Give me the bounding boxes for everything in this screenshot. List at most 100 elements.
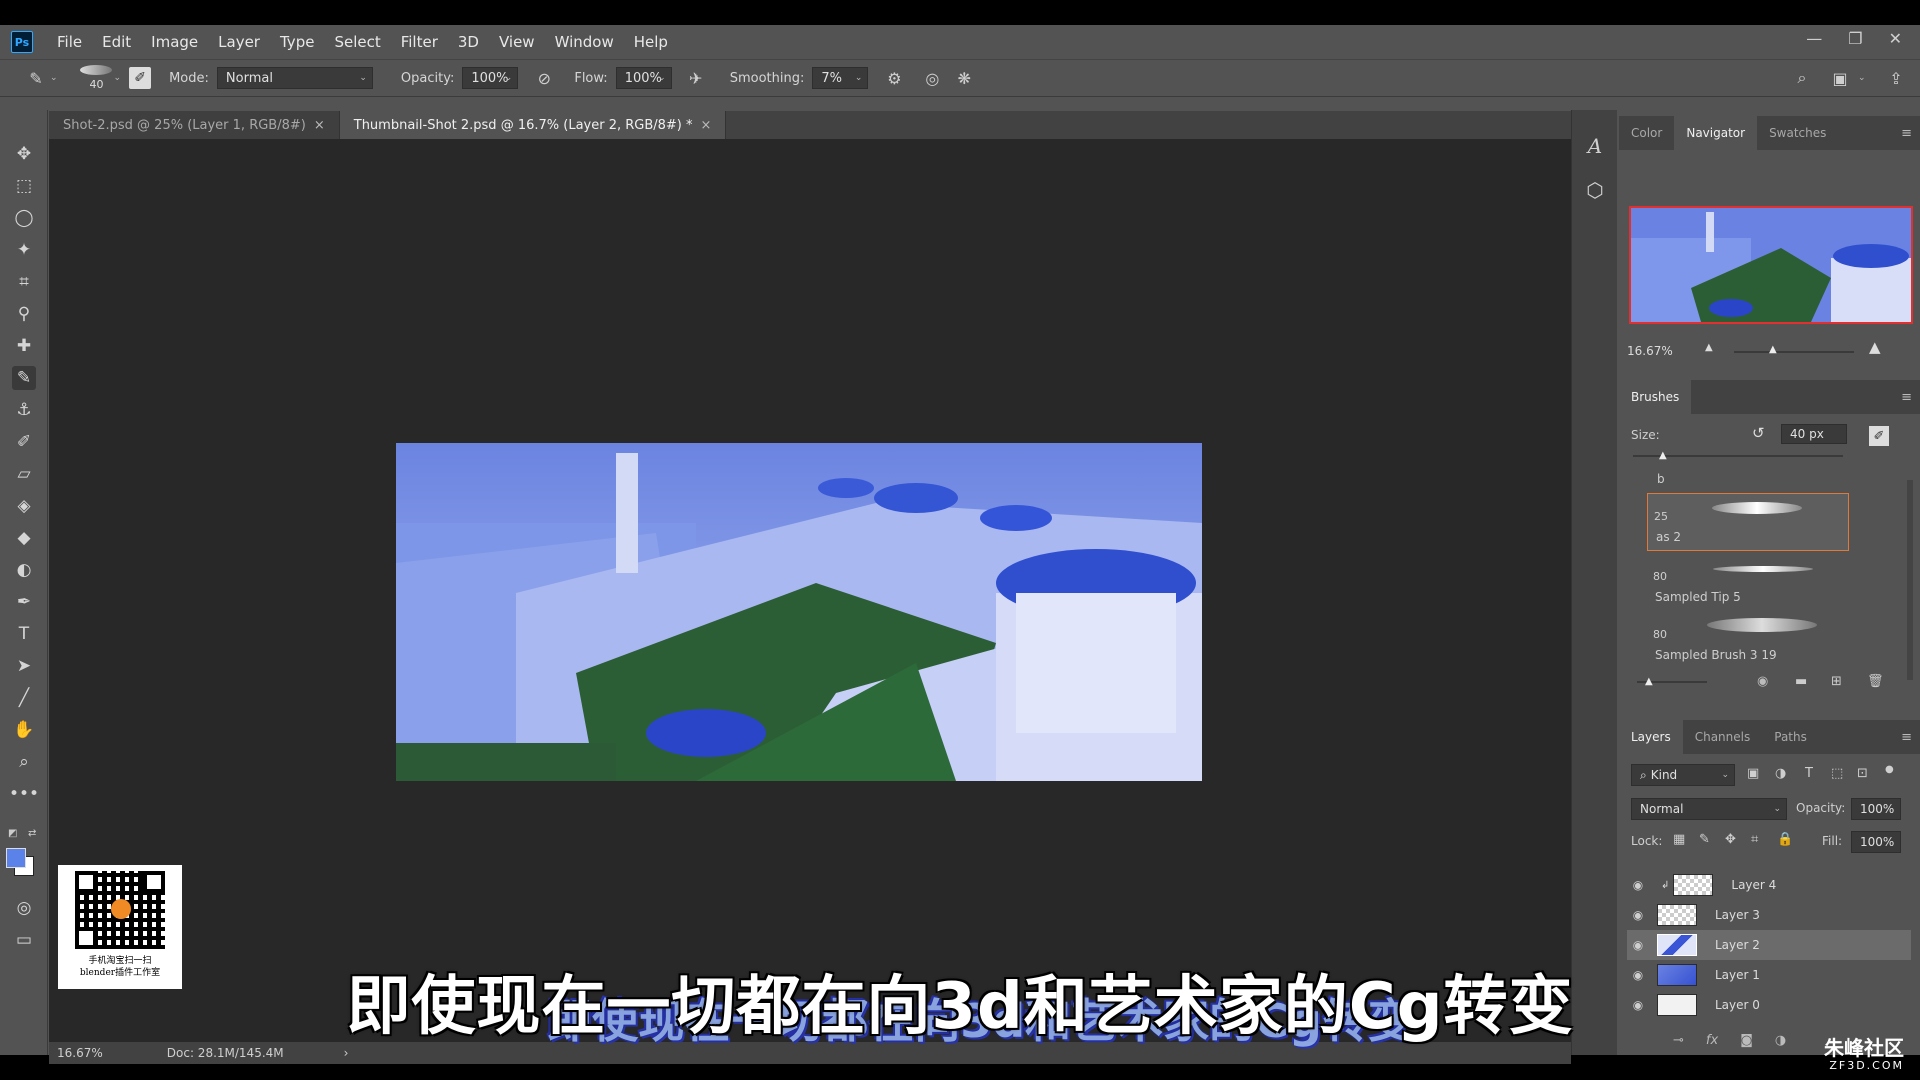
minimize-icon[interactable]: — [1806, 29, 1822, 48]
flow-input[interactable]: 100% ⌄ [615, 67, 672, 89]
lock-artboard-icon[interactable]: ⌗ [1751, 832, 1758, 847]
tab-paths[interactable]: Paths [1762, 720, 1819, 754]
brush-tool-icon[interactable]: ✎ [12, 366, 36, 390]
brush-size-input[interactable]: 40 px [1781, 424, 1847, 444]
magic-wand-tool-icon[interactable]: ✦ [12, 238, 36, 262]
menu-file[interactable]: File [47, 33, 92, 51]
lock-all-icon[interactable]: 🔒 [1777, 832, 1793, 847]
brush-settings-icon[interactable]: ✐ [1869, 426, 1889, 446]
marquee-tool-icon[interactable]: ⬚ [12, 174, 36, 198]
tab-brushes[interactable]: Brushes [1619, 380, 1692, 414]
navigator-zoom-slider[interactable] [1734, 351, 1854, 353]
path-selection-tool-icon[interactable]: ➤ [12, 654, 36, 678]
smoothing-input[interactable]: 7% ⌄ [812, 67, 869, 89]
history-brush-tool-icon[interactable]: ✐ [12, 430, 36, 454]
brushes-scrollbar[interactable] [1907, 480, 1913, 680]
foreground-color-swatch[interactable] [6, 848, 26, 868]
layer-row-layer-3[interactable]: ◉ Layer 3 [1627, 900, 1911, 930]
restore-icon[interactable]: ❐ [1848, 29, 1862, 48]
shape-filter-icon[interactable]: ⬚ [1831, 766, 1843, 781]
workspace-icon[interactable]: ▣ [1828, 66, 1852, 90]
search-icon[interactable]: ⌕ [1790, 66, 1814, 90]
eye-icon[interactable]: ◉ [1627, 878, 1649, 892]
line-tool-icon[interactable]: ╱ [12, 686, 36, 710]
share-icon[interactable]: ⇪ [1884, 66, 1908, 90]
toggle-visibility-icon[interactable]: ◉ [1757, 674, 1768, 689]
dodge-tool-icon[interactable]: ◐ [12, 558, 36, 582]
clone-stamp-tool-icon[interactable]: ⚓ [12, 398, 36, 422]
layer-blend-mode[interactable]: Normal ⌄ [1631, 798, 1787, 820]
tab-channels[interactable]: Channels [1683, 720, 1763, 754]
paint-bucket-tool-icon[interactable]: ◈ [12, 494, 36, 518]
lasso-tool-icon[interactable]: ◯ [12, 206, 36, 230]
eye-icon[interactable]: ◉ [1627, 908, 1649, 922]
panel-menu-icon[interactable]: ≡ [1901, 390, 1912, 405]
canvas-workspace[interactable]: 手机淘宝扫一扫 blender插件工作室 [49, 139, 1571, 1042]
slider-handle-icon[interactable]: ▲ [1645, 676, 1653, 687]
reset-brush-icon[interactable]: ↺ [1752, 424, 1765, 442]
panel-menu-icon[interactable]: ≡ [1901, 126, 1912, 141]
lock-transparent-icon[interactable]: ▦ [1673, 832, 1685, 847]
type-tool-icon[interactable]: T [12, 622, 36, 646]
pressure-opacity-icon[interactable]: ⊘ [532, 66, 556, 90]
brush-item[interactable]: 80 Sampled Brush 3 19 [1647, 610, 1849, 666]
document-canvas[interactable] [396, 443, 1202, 781]
layer-filter-kind[interactable]: ⌕ Kind ⌄ [1631, 764, 1735, 786]
opacity-input[interactable]: 100% ⌄ [462, 67, 519, 89]
3d-panel-icon[interactable]: ⬡ [1583, 178, 1607, 202]
menu-view[interactable]: View [489, 33, 545, 51]
brush-settings-panel-icon[interactable]: ✐ [129, 67, 152, 89]
slider-handle-icon[interactable]: ▲ [1769, 344, 1777, 355]
tab-layers[interactable]: Layers [1619, 720, 1683, 754]
brush-item[interactable]: 80 Sampled Tip 5 [1647, 552, 1849, 608]
chevron-down-icon[interactable]: ⌄ [114, 73, 122, 83]
new-folder-icon[interactable]: ▬ [1795, 674, 1807, 689]
menu-type[interactable]: Type [270, 33, 324, 51]
move-tool-icon[interactable]: ✥ [12, 142, 36, 166]
mode-select[interactable]: Normal ⌄ [216, 67, 373, 89]
brush-item-selected[interactable]: 25 as 2 [1647, 493, 1849, 551]
close-icon[interactable]: × [701, 118, 712, 133]
brush-preset-picker[interactable]: 40 [78, 63, 114, 93]
screen-mode-icon[interactable]: ▭ [12, 928, 36, 952]
trash-icon[interactable]: 🗑 [1867, 674, 1884, 689]
tab-shot-2[interactable]: Shot-2.psd @ 25% (Layer 1, RGB/8#) × [49, 111, 340, 139]
brush-tool-preset-icon[interactable]: ✎ [24, 66, 48, 90]
chevron-down-icon[interactable]: ⌄ [50, 73, 58, 83]
pixel-filter-icon[interactable]: ▣ [1747, 766, 1759, 781]
close-icon[interactable]: × [314, 118, 325, 133]
navigator-zoom-value[interactable]: 16.67% [1627, 344, 1673, 358]
pen-tool-icon[interactable]: ✒ [12, 590, 36, 614]
eyedropper-tool-icon[interactable]: ⚲ [12, 302, 36, 326]
adjustment-filter-icon[interactable]: ◑ [1775, 766, 1786, 781]
slider-handle-icon[interactable]: ▲ [1659, 450, 1667, 461]
tab-swatches[interactable]: Swatches [1757, 116, 1838, 150]
default-colors-icon[interactable]: ◩ [8, 828, 17, 839]
crop-tool-icon[interactable]: ⌗ [12, 270, 36, 294]
fill-input[interactable]: 100% [1851, 831, 1901, 853]
tab-color[interactable]: Color [1619, 116, 1674, 150]
lock-position-icon[interactable]: ✥ [1725, 832, 1736, 847]
gear-icon[interactable]: ⚙ [882, 66, 906, 90]
eraser-tool-icon[interactable]: ▱ [12, 462, 36, 486]
more-tools-icon[interactable]: ••• [9, 782, 39, 806]
new-brush-icon[interactable]: ⊞ [1831, 674, 1842, 689]
menu-layer[interactable]: Layer [208, 33, 270, 51]
menu-select[interactable]: Select [324, 33, 390, 51]
quick-mask-icon[interactable]: ◎ [12, 896, 36, 920]
filter-toggle-icon[interactable]: ● [1885, 764, 1894, 775]
zoom-tool-icon[interactable]: ⌕ [12, 750, 36, 774]
symmetry-butterfly-icon[interactable]: ❋ [952, 66, 976, 90]
lock-pixels-icon[interactable]: ✎ [1699, 832, 1710, 847]
panel-menu-icon[interactable]: ≡ [1901, 730, 1912, 745]
healing-brush-tool-icon[interactable]: ✚ [12, 334, 36, 358]
menu-3d[interactable]: 3D [448, 33, 489, 51]
layer-row-layer-4[interactable]: ◉ ↲ Layer 4 [1627, 870, 1911, 900]
pressure-size-icon[interactable]: ◎ [920, 66, 944, 90]
menu-edit[interactable]: Edit [92, 33, 141, 51]
eye-icon[interactable]: ◉ [1627, 938, 1649, 952]
navigator-thumbnail[interactable] [1629, 206, 1913, 324]
menu-filter[interactable]: Filter [391, 33, 448, 51]
hand-tool-icon[interactable]: ✋ [12, 718, 36, 742]
character-panel-icon[interactable]: A [1583, 134, 1607, 158]
